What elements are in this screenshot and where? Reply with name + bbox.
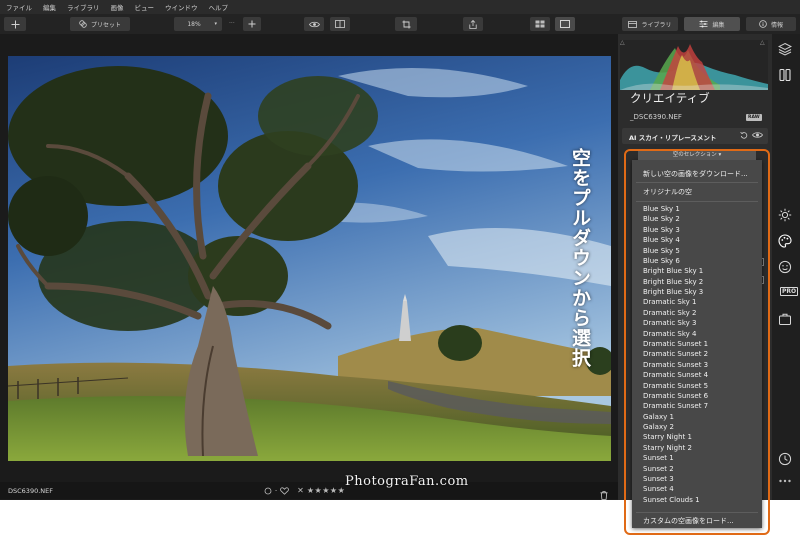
- tab-library-label: ライブラリ: [641, 21, 672, 29]
- reject-icon[interactable]: ✕: [297, 486, 304, 495]
- tab-info[interactable]: 情報: [746, 17, 796, 31]
- landscape-photo-illustration: [8, 56, 611, 461]
- grid-view-button[interactable]: [530, 17, 550, 31]
- crop-button[interactable]: [395, 17, 417, 31]
- trash-icon: [600, 491, 608, 500]
- rating-controls: - ✕ ★★★★★: [264, 486, 345, 495]
- sun-icon: [778, 208, 792, 222]
- chevron-down-icon: ▾: [214, 21, 217, 27]
- eye-icon: [308, 21, 320, 27]
- site-watermark: PhotograFan.com: [345, 474, 469, 489]
- canvas-icon: [779, 68, 791, 82]
- reset-icon[interactable]: [740, 131, 748, 139]
- toolbar: プリセット 18% ▾ ··· ライブラリ 編集 情報: [0, 14, 800, 34]
- menu-edit[interactable]: 編集: [43, 2, 56, 12]
- grid-icon: [535, 20, 545, 28]
- menu-bar: ファイル 編集 ライブラリ 画像 ビュー ウインドウ ヘルプ: [0, 0, 800, 14]
- sliders-icon: [699, 20, 708, 28]
- raw-badge: RAW: [746, 114, 762, 121]
- library-icon: [628, 20, 638, 28]
- plus-icon: [248, 20, 256, 28]
- extensions-button[interactable]: [778, 312, 792, 326]
- ai-sky-replacement-header[interactable]: AI スカイ・リプレースメント: [622, 128, 768, 144]
- add-button[interactable]: [4, 17, 26, 31]
- pro-tools-button[interactable]: PRO: [780, 287, 799, 296]
- dash-icon: -: [275, 487, 278, 494]
- crop-icon: [402, 20, 410, 28]
- highlight-frame: [624, 149, 770, 535]
- zoom-value: 18%: [187, 20, 201, 28]
- ai-sky-replacement-label: AI スカイ・リプレースメント: [629, 134, 717, 142]
- preset-label: プリセット: [90, 21, 121, 29]
- single-view-button[interactable]: [555, 17, 575, 31]
- info-icon: [759, 20, 767, 28]
- layers-button[interactable]: [778, 42, 792, 56]
- panel-filename: _DSC6390.NEF: [630, 113, 682, 121]
- luminar-window: ファイル 編集 ライブラリ 画像 ビュー ウインドウ ヘルプ プリセット 18%…: [0, 0, 800, 538]
- face-icon: [778, 260, 792, 274]
- palette-icon: [778, 234, 792, 248]
- tool-rail: PRO: [772, 34, 800, 500]
- star-rating[interactable]: ★★★★★: [307, 486, 345, 495]
- menu-file[interactable]: ファイル: [6, 2, 32, 12]
- menu-help[interactable]: ヘルプ: [209, 2, 229, 12]
- preset-icon: [79, 20, 87, 28]
- overlay-caption: 空をプルダウンから選択: [569, 148, 591, 368]
- briefcase-icon: [779, 313, 791, 325]
- highlight-clip-icon[interactable]: △: [760, 39, 765, 46]
- visibility-eye-icon[interactable]: [752, 131, 763, 139]
- heart-icon[interactable]: [280, 486, 290, 495]
- layers-icon: [778, 42, 792, 56]
- clock-icon: [778, 452, 792, 466]
- menu-view[interactable]: ビュー: [135, 2, 155, 12]
- unflag-icon[interactable]: [264, 487, 272, 495]
- panel-title: クリエイティブ: [630, 91, 710, 105]
- current-filename: DSC6390.NEF: [8, 487, 53, 495]
- delete-button[interactable]: [600, 485, 608, 504]
- menu-library[interactable]: ライブラリ: [67, 2, 100, 12]
- compare-button[interactable]: [330, 17, 350, 31]
- tab-info-label: 情報: [770, 21, 783, 29]
- pro-icon: PRO: [782, 288, 797, 295]
- tab-edit-label: 編集: [712, 21, 725, 29]
- essentials-button[interactable]: [778, 208, 792, 222]
- portrait-button[interactable]: [778, 260, 792, 274]
- canvas-tools-button[interactable]: [778, 68, 792, 82]
- histogram: [620, 40, 768, 90]
- menu-window[interactable]: ウインドウ: [165, 2, 198, 12]
- zoom-in-button[interactable]: [243, 17, 261, 31]
- tab-library[interactable]: ライブラリ: [622, 17, 678, 31]
- zoom-select[interactable]: 18% ▾: [174, 17, 222, 31]
- split-compare-icon: [335, 20, 345, 28]
- preview-eye-button[interactable]: [304, 17, 324, 31]
- more-button[interactable]: [778, 478, 792, 484]
- history-button[interactable]: [778, 452, 792, 466]
- more-dots-icon: [779, 479, 791, 483]
- preset-button[interactable]: プリセット: [70, 17, 130, 31]
- zoom-separator: ···: [229, 20, 235, 27]
- photo-preview[interactable]: [8, 56, 611, 461]
- creative-button[interactable]: [778, 234, 792, 248]
- single-image-icon: [560, 20, 570, 28]
- export-button[interactable]: [463, 17, 483, 31]
- tab-edit[interactable]: 編集: [684, 17, 740, 31]
- shadow-clip-icon[interactable]: △: [620, 39, 625, 46]
- plus-icon: [11, 20, 19, 28]
- share-icon: [469, 19, 477, 29]
- menu-image[interactable]: 画像: [111, 2, 124, 12]
